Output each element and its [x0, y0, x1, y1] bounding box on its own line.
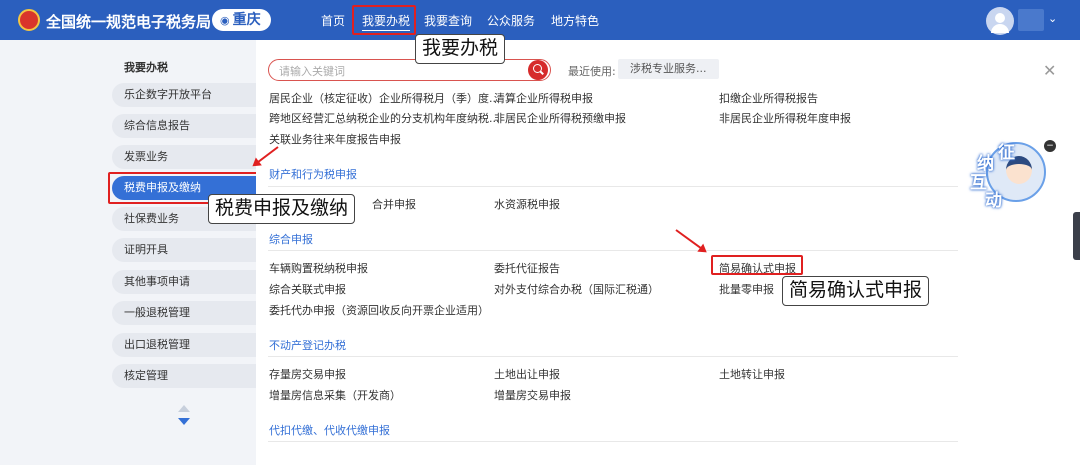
service-link[interactable]: 综合关联式申报 [269, 281, 346, 297]
service-link[interactable]: 增量房信息采集（开发商） [269, 387, 401, 403]
service-link[interactable]: 清算企业所得税申报 [494, 90, 593, 106]
user-avatar[interactable] [986, 7, 1014, 35]
mascot-text: 征 [998, 143, 1015, 163]
nav-public-service[interactable]: 公众服务 [487, 12, 535, 29]
section-divider [268, 250, 958, 251]
service-link[interactable]: 批量零申报 [719, 281, 774, 297]
section-divider [268, 186, 958, 187]
service-link[interactable]: 车辆购置税纳税申报 [269, 260, 368, 276]
service-link[interactable]: 增量房交易申报 [494, 387, 571, 403]
location-pin-icon: ◉ [220, 14, 230, 27]
section-title: 财产和行为税申报 [269, 168, 357, 181]
site-title[interactable]: 全国统一规范电子税务局 [46, 11, 211, 32]
service-link[interactable]: 居民企业（核定征收）企业所得税月（季）度... [269, 90, 500, 106]
service-link[interactable]: 非居民企业所得税年度申报 [719, 110, 851, 126]
tax-bureau-emblem-icon [18, 9, 40, 31]
sidebar-item-export-refund[interactable]: 出口退税管理 [112, 333, 256, 357]
nav-local-features[interactable]: 地方特色 [551, 12, 599, 29]
section-title: 代扣代缴、代收代缴申报 [269, 424, 390, 437]
service-link[interactable]: 水资源税申报 [494, 196, 560, 212]
section-title: 不动产登记办税 [269, 339, 346, 352]
service-link[interactable]: 扣缴企业所得税报告 [719, 90, 818, 106]
service-link[interactable]: 土地转让申报 [719, 366, 785, 382]
sidebar-item-info-report[interactable]: 综合信息报告 [112, 114, 256, 138]
sidebar-item-assessment[interactable]: 核定管理 [112, 364, 256, 388]
user-name-redacted[interactable] [1018, 9, 1044, 31]
sidebar-item-leqi-platform[interactable]: 乐企数字开放平台 [112, 83, 256, 107]
side-float-tab[interactable] [1073, 212, 1080, 260]
recent-label: 最近使用: [568, 65, 616, 78]
service-link[interactable]: 对外支付综合办税（国际汇税通） [494, 281, 659, 297]
search-icon[interactable] [528, 60, 548, 80]
chevron-down-icon[interactable]: ⌄ [1048, 12, 1057, 25]
service-link[interactable]: 合并申报 [372, 196, 416, 212]
scroll-down-icon[interactable] [178, 418, 190, 425]
nav-query[interactable]: 我要查询 [424, 12, 472, 29]
service-link[interactable]: 跨地区经营汇总纳税企业的分支机构年度纳税... [269, 110, 500, 126]
mascot-text: 动 [985, 191, 1002, 211]
callout-item: 简易确认式申报 [782, 276, 930, 306]
section-divider [268, 441, 958, 442]
sidebar-item-invoice[interactable]: 发票业务 [112, 145, 256, 169]
region-label: 重庆 [232, 12, 261, 28]
mascot-close-icon[interactable]: − [1044, 140, 1056, 152]
sidebar-item-other-requests[interactable]: 其他事项申请 [112, 270, 256, 294]
service-link[interactable]: 非居民企业所得税预缴申报 [494, 110, 626, 126]
service-link[interactable]: 委托代征报告 [494, 260, 560, 276]
nav-highlight-box [352, 5, 416, 35]
scroll-up-icon[interactable] [178, 405, 190, 412]
service-link[interactable]: 关联业务往来年度报告申报 [269, 131, 401, 147]
section-title: 综合申报 [269, 233, 313, 246]
callout-sidebar: 税费申报及缴纳 [208, 194, 356, 224]
recent-chip[interactable]: 涉税专业服务... [618, 59, 719, 79]
sidebar-item-certificate[interactable]: 证明开具 [112, 238, 256, 262]
close-icon[interactable]: ✕ [1043, 61, 1056, 80]
service-link[interactable]: 委托代办申报（资源回收反向开票企业适用） [269, 302, 489, 318]
nav-home[interactable]: 首页 [321, 12, 345, 29]
top-navigation-bar: 全国统一规范电子税务局 ◉ 重庆 首页 我要办税 我要查询 公众服务 地方特色 ⌄ [0, 0, 1080, 40]
sidebar-item-general-refund[interactable]: 一般退税管理 [112, 301, 256, 325]
sidebar-heading: 我要办税 [124, 61, 168, 74]
service-link[interactable]: 土地出让申报 [494, 366, 560, 382]
service-link[interactable]: 存量房交易申报 [269, 366, 346, 382]
item-highlight-box [711, 255, 803, 275]
region-selector[interactable]: ◉ 重庆 [212, 9, 271, 31]
search-placeholder: 请输入关键词 [279, 65, 345, 78]
search-input[interactable]: 请输入关键词 [268, 59, 551, 81]
section-divider [268, 356, 958, 357]
callout-nav: 我要办税 [415, 34, 506, 64]
sidebar-scroll-control[interactable] [176, 405, 192, 429]
